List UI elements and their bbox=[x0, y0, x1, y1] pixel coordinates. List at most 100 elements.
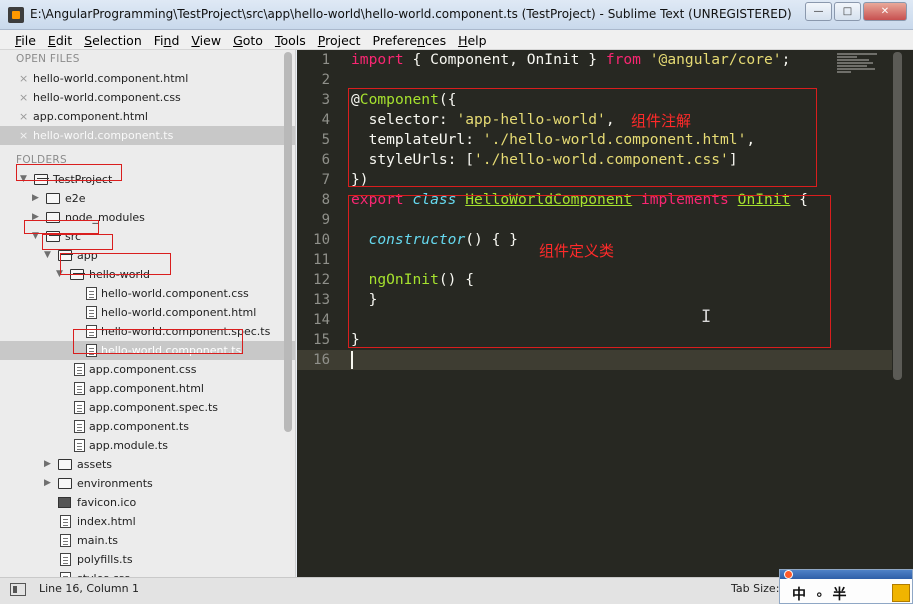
line-number: 6 bbox=[321, 152, 330, 168]
status-bar: Line 16, Column 1 Tab Size: bbox=[0, 577, 913, 604]
triangle-right-icon[interactable]: ▶ bbox=[32, 189, 39, 208]
annotation-label-class: 组件定义类 bbox=[539, 242, 615, 260]
tree-file[interactable]: app.component.html bbox=[0, 379, 295, 398]
tree-file[interactable]: app.component.css bbox=[0, 360, 295, 379]
tree-file[interactable]: favicon.ico bbox=[0, 493, 295, 512]
tree-file-active[interactable]: hello-world.component.ts bbox=[0, 341, 295, 360]
open-file-item[interactable]: × hello-world.component.css bbox=[0, 88, 295, 107]
menu-project[interactable]: Project bbox=[312, 30, 367, 49]
tree-file[interactable]: hello-world.component.html bbox=[0, 303, 295, 322]
menu-preferences[interactable]: Preferences bbox=[367, 30, 453, 49]
file-icon bbox=[86, 325, 97, 338]
menu-help[interactable]: Help bbox=[452, 30, 493, 49]
close-icon[interactable]: × bbox=[19, 107, 28, 126]
line-number: 10 bbox=[313, 232, 330, 248]
code-editor[interactable]: 1 2 3 4 5 6 7 8 9 10 11 12 13 14 15 16 i… bbox=[297, 50, 913, 577]
tree-folder-node-modules[interactable]: ▶ node_modules bbox=[0, 208, 295, 227]
tree-folder-e2e[interactable]: ▶ e2e bbox=[0, 189, 295, 208]
file-icon bbox=[86, 306, 97, 319]
sidebar-scrollbar[interactable] bbox=[284, 52, 292, 432]
file-icon bbox=[86, 344, 97, 357]
title-bar: E:\AngularProgramming\TestProject\src\ap… bbox=[0, 0, 913, 30]
menu-selection[interactable]: Selection bbox=[78, 30, 148, 49]
open-file-item[interactable]: × hello-world.component.html bbox=[0, 69, 295, 88]
close-button[interactable]: ✕ bbox=[863, 2, 907, 21]
open-file-item[interactable]: × app.component.html bbox=[0, 107, 295, 126]
open-files-header: OPEN FILES bbox=[16, 53, 80, 65]
code-line: templateUrl: './hello-world.component.ht… bbox=[351, 131, 756, 148]
tree-folder-environments[interactable]: ▶ environments bbox=[0, 474, 295, 493]
folders-header: FOLDERS bbox=[16, 154, 67, 166]
triangle-down-icon[interactable]: ▼ bbox=[20, 170, 27, 189]
folder-open-icon bbox=[70, 269, 85, 280]
line-number: 1 bbox=[321, 52, 330, 68]
triangle-down-icon[interactable]: ▼ bbox=[56, 265, 63, 284]
tree-file[interactable]: hello-world.component.css bbox=[0, 284, 295, 303]
tree-file[interactable]: polyfills.ts bbox=[0, 550, 295, 569]
tree-file[interactable]: main.ts bbox=[0, 531, 295, 550]
close-icon[interactable]: × bbox=[19, 126, 28, 145]
folder-open-icon bbox=[34, 174, 49, 185]
folder-icon bbox=[58, 459, 72, 470]
folder-icon bbox=[58, 478, 72, 489]
code-line: import { Component, OnInit } from '@angu… bbox=[351, 51, 791, 68]
code-line: @Component({ bbox=[351, 91, 457, 108]
tree-folder-hello-world[interactable]: ▼ hello-world bbox=[0, 265, 295, 284]
triangle-right-icon[interactable]: ▶ bbox=[44, 474, 51, 493]
minimap[interactable] bbox=[837, 53, 882, 83]
code-line: constructor() { } bbox=[368, 231, 518, 248]
sublime-text-icon bbox=[8, 7, 24, 23]
tree-file[interactable]: styles.css bbox=[0, 569, 295, 577]
tree-file[interactable]: app.component.ts bbox=[0, 417, 295, 436]
annotation-label-decorator: 组件注解 bbox=[631, 112, 692, 130]
menu-bar: File Edit Selection Find View Goto Tools… bbox=[0, 30, 913, 50]
folder-open-icon bbox=[46, 231, 61, 242]
menu-view[interactable]: View bbox=[185, 30, 227, 49]
panel-toggle-icon[interactable] bbox=[10, 583, 26, 596]
tree-file[interactable]: hello-world.component.spec.ts bbox=[0, 322, 295, 341]
sidebar: OPEN FILES × hello-world.component.html ×… bbox=[0, 50, 296, 577]
line-number: 12 bbox=[313, 272, 330, 288]
ime-toolbar[interactable]: 中 ∘ 半 bbox=[779, 569, 913, 604]
tree-folder-src[interactable]: ▼ src bbox=[0, 227, 295, 246]
line-number: 16 bbox=[313, 352, 330, 368]
triangle-right-icon[interactable]: ▶ bbox=[44, 455, 51, 474]
text-cursor bbox=[351, 351, 353, 369]
file-icon bbox=[74, 420, 85, 433]
menu-goto[interactable]: Goto bbox=[227, 30, 269, 49]
tree-file[interactable]: app.component.spec.ts bbox=[0, 398, 295, 417]
menu-file[interactable]: File bbox=[9, 30, 42, 49]
code-line: } bbox=[351, 291, 378, 308]
maximize-button[interactable]: □ bbox=[834, 2, 861, 21]
folder-icon bbox=[46, 212, 60, 223]
menu-edit[interactable]: Edit bbox=[42, 30, 78, 49]
line-number: 5 bbox=[321, 132, 330, 148]
file-icon bbox=[74, 439, 85, 452]
mouse-ibeam-icon: I bbox=[701, 307, 712, 327]
menu-find[interactable]: Find bbox=[148, 30, 186, 49]
triangle-down-icon[interactable]: ▼ bbox=[44, 246, 51, 265]
editor-scrollbar[interactable] bbox=[893, 52, 902, 380]
tree-folder-assets[interactable]: ▶ assets bbox=[0, 455, 295, 474]
triangle-right-icon[interactable]: ▶ bbox=[32, 208, 39, 227]
minimize-button[interactable]: — bbox=[805, 2, 832, 21]
tree-file[interactable]: app.module.ts bbox=[0, 436, 295, 455]
tab-size-selector[interactable]: Tab Size: bbox=[731, 582, 779, 595]
cursor-position: Line 16, Column 1 bbox=[39, 582, 140, 595]
file-icon bbox=[60, 534, 71, 547]
ime-skin-icon[interactable] bbox=[892, 584, 910, 602]
triangle-down-icon[interactable]: ▼ bbox=[32, 227, 39, 246]
tree-file[interactable]: index.html bbox=[0, 512, 295, 531]
ime-status-text: 中 ∘ 半 bbox=[792, 587, 849, 603]
close-icon[interactable]: × bbox=[19, 88, 28, 107]
code-line: styleUrls: ['./hello-world.component.css… bbox=[351, 151, 738, 168]
menu-tools[interactable]: Tools bbox=[269, 30, 312, 49]
open-file-item-active[interactable]: × hello-world.component.ts bbox=[0, 126, 295, 145]
line-number: 8 bbox=[321, 192, 330, 208]
close-icon[interactable]: × bbox=[19, 69, 28, 88]
tree-folder-testproject[interactable]: ▼ TestProject bbox=[0, 170, 295, 189]
ime-titlebar bbox=[780, 570, 912, 579]
code-line: ngOnInit() { bbox=[368, 271, 475, 288]
window-controls: — □ ✕ bbox=[803, 2, 907, 21]
tree-folder-app[interactable]: ▼ app bbox=[0, 246, 295, 265]
